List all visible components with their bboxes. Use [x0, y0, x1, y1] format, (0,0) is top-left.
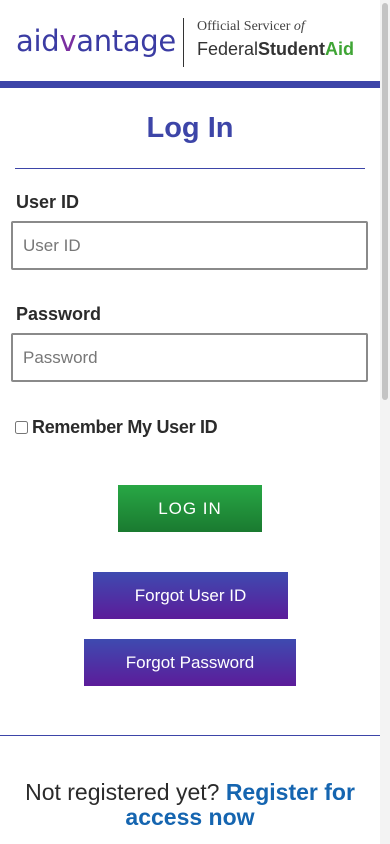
aid-label: Aid: [325, 39, 355, 59]
page-content: aidvantage Official Servicer of FederalS…: [0, 0, 380, 844]
header-divider: [183, 18, 184, 67]
user-id-input[interactable]: [11, 221, 368, 270]
login-page: aidvantage Official Servicer of FederalS…: [0, 0, 390, 844]
forgot-user-id-button[interactable]: Forgot User ID: [93, 572, 288, 619]
page-scrollbar[interactable]: [380, 0, 390, 844]
official-servicer-label: Official Servicer: [197, 19, 291, 34]
log-in-button[interactable]: LOG IN: [118, 485, 262, 532]
scrollbar-thumb[interactable]: [382, 3, 388, 400]
federal-label: Federal: [197, 39, 259, 59]
register-prompt-text: Not registered yet?: [25, 779, 220, 805]
page-title: Log In: [146, 112, 234, 144]
federal-student-aid-text: FederalStudentAid: [197, 37, 377, 61]
logo-text-aid: aid: [16, 24, 60, 58]
aidvantage-logo[interactable]: aidvantage: [16, 22, 176, 60]
title-divider: [15, 168, 365, 169]
remember-user-id-label[interactable]: Remember My User ID: [32, 417, 218, 438]
servicer-of-label: of: [293, 19, 305, 34]
section-divider: [0, 735, 380, 736]
logo-text-antage: antage: [76, 24, 176, 58]
forgot-password-button[interactable]: Forgot Password: [84, 639, 296, 686]
header-accent-bar: [0, 81, 380, 88]
user-id-label: User ID: [16, 192, 80, 212]
register-prompt: Not registered yet? Register for access …: [0, 780, 380, 830]
password-input[interactable]: [11, 333, 368, 382]
site-header: aidvantage Official Servicer of FederalS…: [0, 0, 380, 81]
password-label: Password: [16, 304, 102, 324]
federal-student-aid-servicer-logo: Official Servicer of FederalStudentAid: [197, 18, 377, 61]
student-label: Student: [258, 39, 326, 59]
official-servicer-text: Official Servicer of: [197, 18, 377, 35]
remember-user-id-row: Remember My User ID: [15, 414, 218, 440]
logo-text-v: v: [59, 24, 77, 58]
remember-user-id-checkbox[interactable]: [15, 420, 28, 434]
